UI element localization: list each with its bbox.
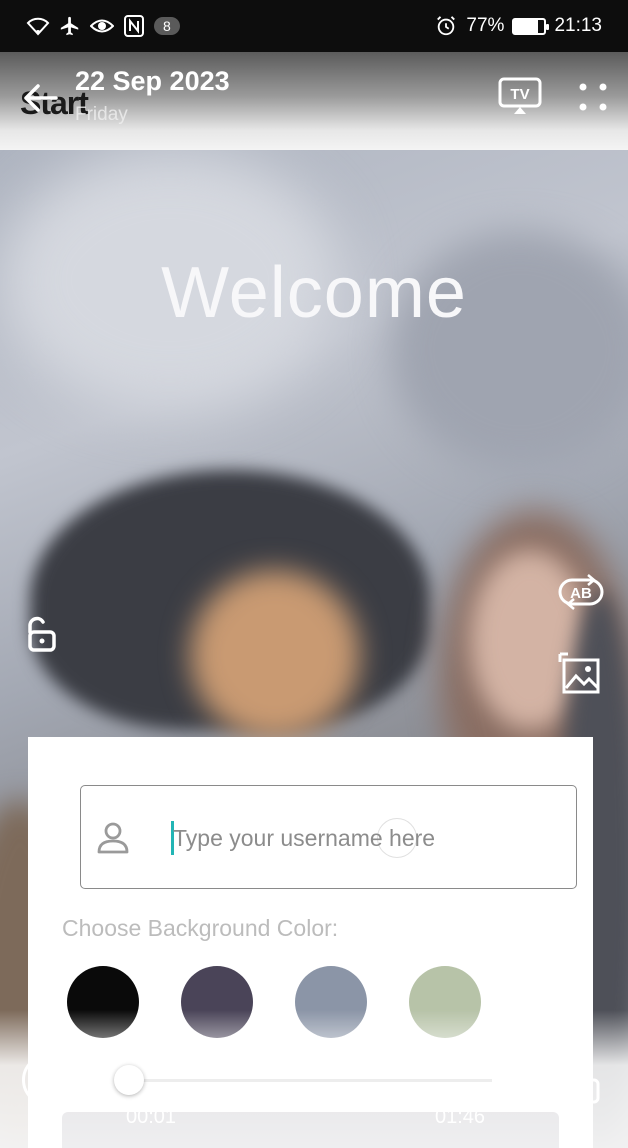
battery-icon bbox=[512, 17, 550, 35]
username-input[interactable] bbox=[173, 816, 563, 860]
airplane-icon bbox=[58, 14, 82, 38]
welcome-heading: Welcome bbox=[161, 253, 467, 333]
ab-swap-icon: AB bbox=[558, 574, 604, 610]
seek-thumb[interactable] bbox=[114, 1065, 144, 1095]
nfc-icon bbox=[122, 14, 146, 38]
more-options-button[interactable] bbox=[574, 78, 612, 116]
pause-icon bbox=[40, 1070, 45, 1090]
unlock-button[interactable] bbox=[20, 614, 62, 656]
more-dots-icon bbox=[579, 83, 607, 111]
image-icon bbox=[558, 652, 600, 694]
username-field[interactable] bbox=[80, 785, 577, 889]
back-button[interactable] bbox=[20, 78, 60, 118]
day-subtitle: Friday bbox=[75, 104, 128, 125]
eye-icon bbox=[90, 14, 114, 38]
back-arrow-icon bbox=[24, 84, 58, 112]
notification-count-badge: 8 bbox=[154, 17, 180, 35]
rotate-screen-button[interactable] bbox=[546, 1052, 602, 1108]
pause-button[interactable] bbox=[22, 1054, 74, 1106]
wifi-icon bbox=[26, 14, 50, 38]
date-title: 22 Sep 2023 bbox=[75, 66, 230, 96]
tv-cast-label: TV bbox=[510, 86, 529, 103]
status-bar: 8 77% 21:13 bbox=[0, 0, 628, 52]
clock-time: 21:13 bbox=[554, 15, 602, 36]
tv-cast-button[interactable]: TV bbox=[498, 76, 542, 116]
current-time: 00:01 bbox=[126, 1106, 177, 1128]
screenshot-image-button[interactable] bbox=[558, 652, 604, 698]
unlock-icon bbox=[28, 616, 56, 652]
ab-repeat-button[interactable]: AB bbox=[556, 572, 606, 612]
rotate-screen-icon bbox=[548, 1053, 600, 1104]
app-header: Start 22 Sep 2023 Friday TV bbox=[0, 52, 628, 150]
user-icon bbox=[97, 822, 129, 854]
battery-percent: 77% bbox=[466, 15, 505, 36]
tv-cast-icon: TV bbox=[498, 77, 542, 114]
seek-bar[interactable] bbox=[128, 1079, 492, 1082]
color-chooser-label: Choose Background Color: bbox=[62, 915, 339, 941]
alarm-icon bbox=[434, 14, 458, 38]
total-time: 01:46 bbox=[435, 1106, 486, 1128]
